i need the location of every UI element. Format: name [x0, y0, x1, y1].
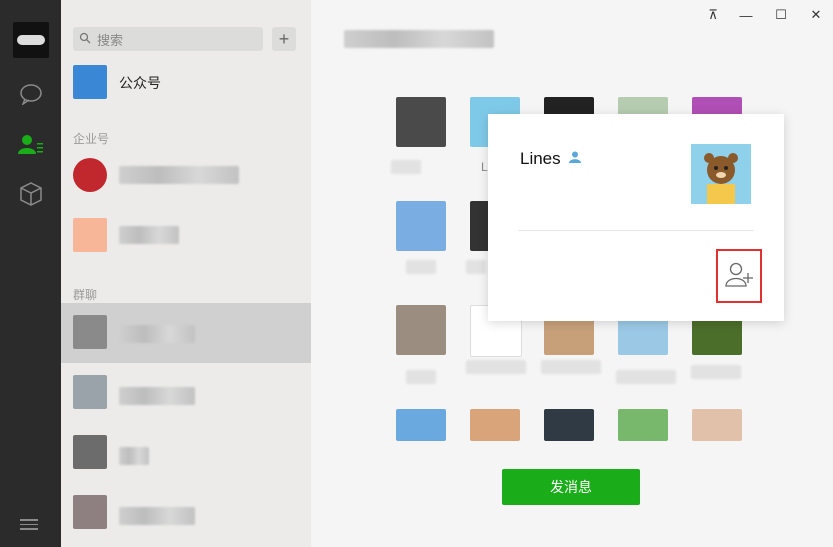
- profile-name: Lines: [520, 149, 561, 168]
- group-avatar: [73, 315, 107, 349]
- member-name-blurred: [391, 160, 421, 174]
- send-message-button[interactable]: 发消息: [502, 469, 640, 505]
- list-item-selected[interactable]: [61, 303, 311, 363]
- official-accounts-label: 公众号: [119, 75, 161, 91]
- chat-icon[interactable]: [17, 80, 45, 108]
- nav-rail: [0, 0, 61, 547]
- contact-avatar: [73, 158, 107, 192]
- member-name-blurred: [406, 370, 436, 384]
- person-icon: [568, 150, 582, 169]
- member-avatar[interactable]: [692, 409, 742, 441]
- member-avatar[interactable]: [470, 409, 520, 441]
- group-name-blurred: [119, 325, 195, 343]
- section-groups: 群聊: [73, 288, 98, 302]
- group-avatar: [73, 375, 107, 409]
- group-avatar: [73, 495, 107, 529]
- list-item[interactable]: [61, 423, 311, 483]
- member-avatar[interactable]: [396, 409, 446, 441]
- add-friend-button[interactable]: [716, 249, 762, 303]
- add-contact-icon: [724, 261, 754, 292]
- contact-name-blurred: [119, 166, 239, 184]
- contact-list: 搜索 + 公众号 企业号 群聊: [61, 0, 311, 547]
- maximize-button[interactable]: ☐: [771, 6, 791, 24]
- member-avatar[interactable]: [396, 305, 446, 355]
- card-divider: [518, 230, 754, 231]
- contacts-icon[interactable]: [17, 130, 45, 158]
- search-input[interactable]: 搜索: [73, 27, 263, 51]
- menu-icon[interactable]: [20, 516, 38, 533]
- group-name-blurred: [119, 447, 149, 465]
- group-name-blurred: [119, 387, 195, 405]
- search-placeholder: 搜索: [97, 32, 124, 48]
- member-name-blurred: [541, 360, 601, 374]
- member-name-fragment: L: [481, 160, 488, 174]
- official-account-icon: [73, 65, 107, 99]
- section-enterprise: 企业号: [73, 132, 110, 146]
- list-item-official-accounts[interactable]: 公众号: [61, 53, 311, 113]
- member-name-blurred: [691, 365, 741, 379]
- list-item[interactable]: [61, 146, 311, 206]
- cube-icon[interactable]: [17, 180, 45, 208]
- group-avatar: [73, 435, 107, 469]
- contact-avatar: [73, 218, 107, 252]
- profile-card: Lines: [488, 114, 784, 321]
- user-avatar[interactable]: [13, 22, 49, 58]
- member-avatar[interactable]: [396, 97, 446, 147]
- add-button[interactable]: +: [272, 27, 296, 51]
- search-icon: [79, 32, 91, 47]
- profile-avatar: [691, 144, 751, 204]
- list-item[interactable]: [61, 363, 311, 423]
- member-name-blurred: [616, 370, 676, 384]
- contact-name-blurred: [119, 226, 179, 244]
- close-button[interactable]: ✕: [806, 6, 826, 24]
- list-item[interactable]: [61, 483, 311, 543]
- member-name-blurred: [406, 260, 436, 274]
- member-avatar[interactable]: [396, 201, 446, 251]
- member-avatar[interactable]: [544, 409, 594, 441]
- group-title-blurred: [344, 30, 494, 48]
- group-name-blurred: [119, 507, 195, 525]
- pin-button[interactable]: ⊼: [703, 6, 723, 24]
- member-name-blurred: [466, 360, 526, 374]
- member-name-blurred: [466, 260, 486, 274]
- minimize-button[interactable]: —: [736, 6, 756, 24]
- member-avatar[interactable]: [618, 409, 668, 441]
- list-item[interactable]: [61, 206, 311, 266]
